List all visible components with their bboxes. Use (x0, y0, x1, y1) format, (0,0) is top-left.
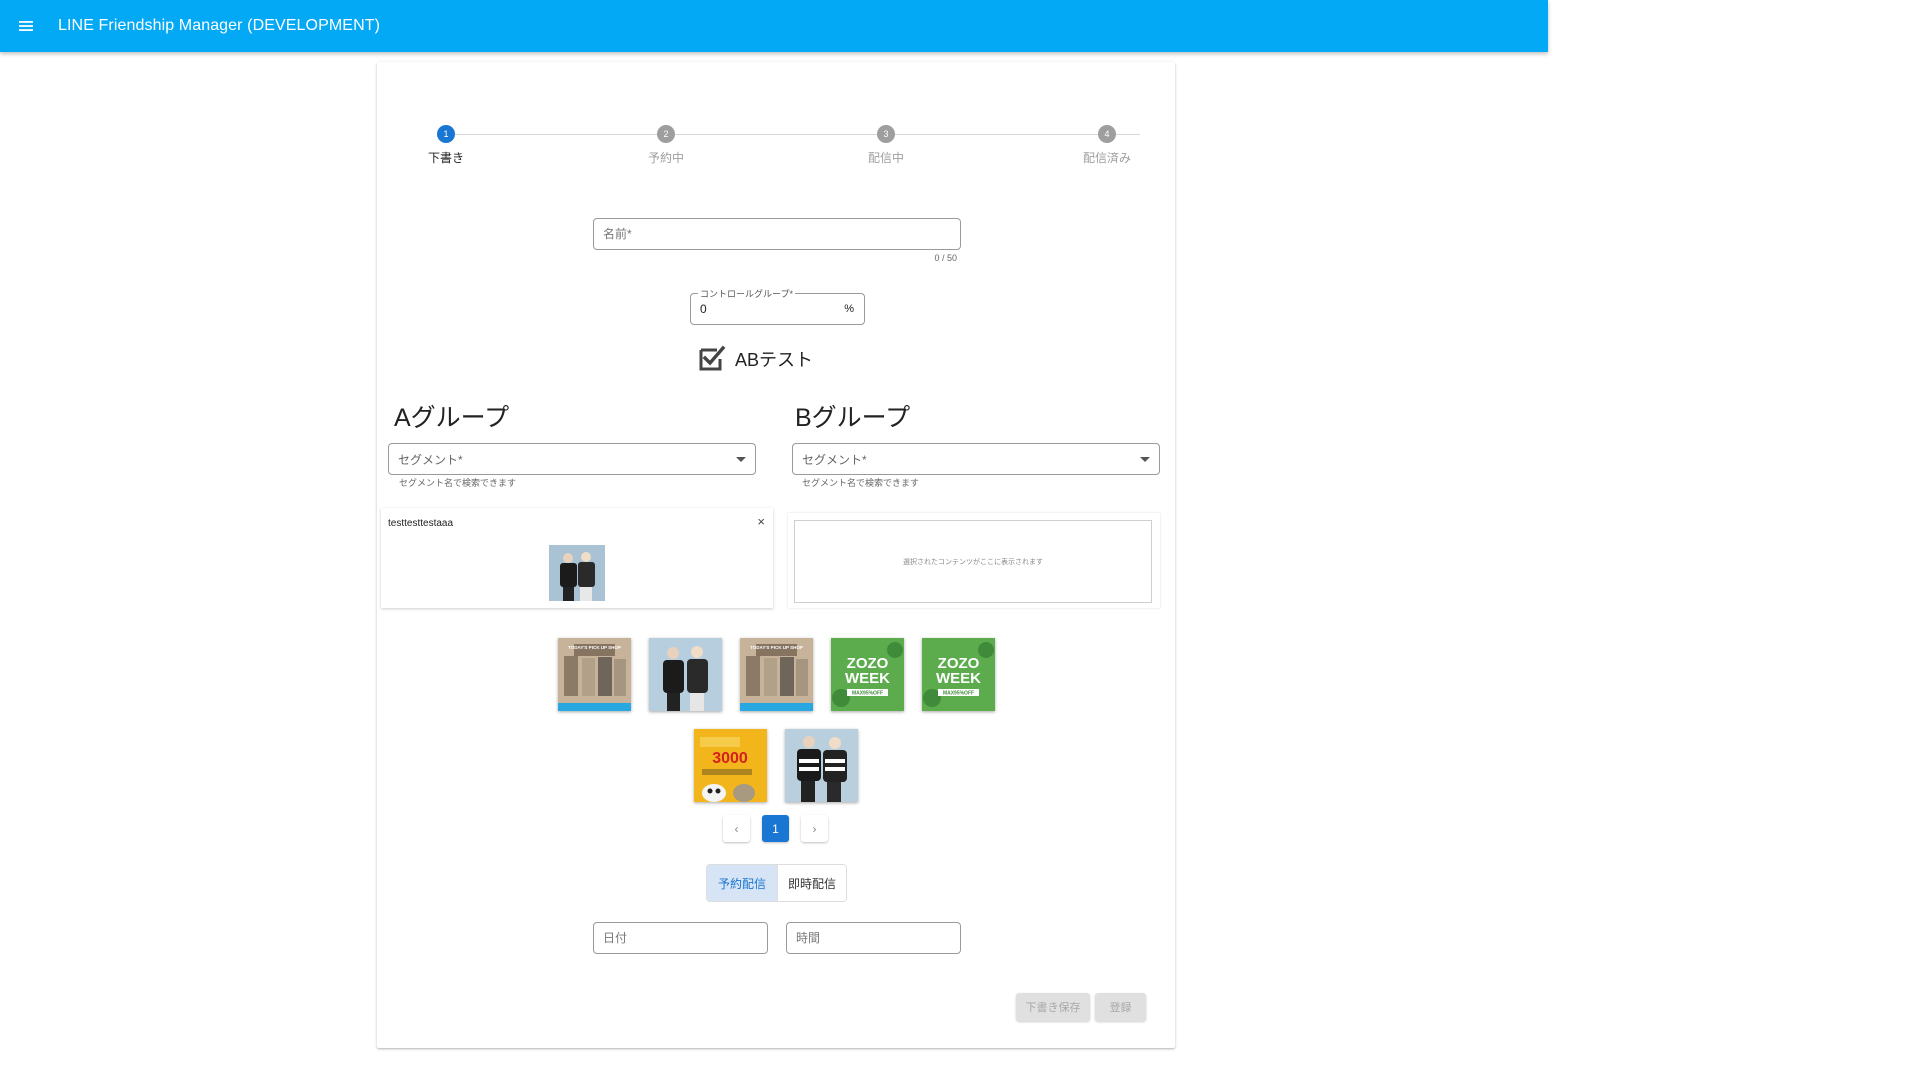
ab-test-checkbox[interactable]: ABテスト (697, 344, 813, 374)
content-thumbnail[interactable]: TODAY'S PICK UP SHOP (740, 638, 813, 711)
content-thumbnail[interactable]: TODAY'S PICK UP SHOP (558, 638, 631, 711)
save-draft-button[interactable]: 下書き保存 (1016, 993, 1090, 1021)
step-number: 4 (1098, 125, 1116, 143)
step-number: 3 (877, 125, 895, 143)
content-title: testtesttestaaa (388, 518, 454, 529)
content-thumbnail[interactable]: 3000 (694, 729, 767, 802)
time-field[interactable] (786, 922, 961, 954)
hamburger-icon (19, 21, 33, 31)
group-a-title: Aグループ (394, 404, 510, 432)
stepper-line (446, 134, 1140, 135)
name-counter: 0 / 50 (934, 253, 957, 263)
menu-button[interactable] (0, 0, 52, 52)
step-label: 配信済み (1082, 151, 1131, 165)
svg-text:TODAY'S PICK UP SHOP: TODAY'S PICK UP SHOP (750, 645, 803, 650)
dropdown-arrow-icon (736, 456, 746, 462)
svg-text:MAX95%OFF: MAX95%OFF (852, 691, 883, 697)
content-thumbnail[interactable] (649, 638, 722, 711)
percent-unit: % (844, 303, 854, 315)
content-thumbnail[interactable]: ZOZO WEEK MAX95%OFF (922, 638, 995, 711)
date-field[interactable] (593, 922, 768, 954)
step-reserved: 2 予約中 (606, 125, 726, 166)
content-thumbnail[interactable] (785, 729, 858, 802)
dropdown-arrow-icon (1140, 456, 1150, 462)
segment-placeholder: セグメント* (802, 452, 867, 467)
group-a-segment-select[interactable]: セグメント* (388, 443, 756, 475)
name-input[interactable] (594, 219, 960, 249)
svg-text:TODAY'S PICK UP SHOP: TODAY'S PICK UP SHOP (568, 645, 621, 650)
selected-content-image (549, 545, 605, 601)
group-a-segment-helper: セグメント名で検索できます (399, 478, 517, 488)
campaign-form-card: 1 下書き 2 予約中 3 配信中 4 配信済み 0 / 50 コントロールグル… (377, 62, 1175, 1048)
content-thumbnail[interactable]: ZOZO WEEK MAX95%OFF (831, 638, 904, 711)
pagination-prev-button[interactable]: ‹ (723, 815, 750, 842)
time-input[interactable] (787, 923, 960, 953)
immediate-delivery-option[interactable]: 即時配信 (777, 865, 846, 901)
step-delivered: 4 配信済み (1047, 125, 1167, 166)
segment-placeholder: セグメント* (398, 452, 463, 467)
close-icon[interactable]: × (757, 514, 765, 529)
svg-text:WEEK: WEEK (845, 670, 890, 687)
svg-text:WEEK: WEEK (936, 670, 981, 687)
checkbox-checked-icon (699, 345, 726, 371)
svg-text:MAX95%OFF: MAX95%OFF (943, 691, 974, 697)
app-bar: LINE Friendship Manager (DEVELOPMENT) (0, 0, 1548, 52)
step-label: 予約中 (647, 151, 684, 165)
group-b-content-panel: 選択されたコンテンツがここに表示されます (788, 513, 1160, 608)
svg-text:3000: 3000 (712, 750, 748, 767)
name-field[interactable] (593, 218, 961, 250)
delivery-type-toggle: 予約配信 即時配信 (706, 864, 847, 902)
group-b-title: Bグループ (795, 404, 911, 432)
control-group-field[interactable]: コントロールグループ* % (690, 287, 865, 325)
control-group-label: コントロールグループ* (698, 287, 795, 300)
group-b-segment-helper: セグメント名で検索できます (802, 478, 920, 488)
step-delivering: 3 配信中 (826, 125, 946, 166)
app-title: LINE Friendship Manager (DEVELOPMENT) (58, 17, 381, 34)
group-b-empty-placeholder: 選択されたコンテンツがここに表示されます (794, 520, 1152, 603)
step-number: 2 (657, 125, 675, 143)
step-label: 下書き (427, 151, 464, 165)
pagination-page-button[interactable]: 1 (762, 815, 789, 842)
register-button[interactable]: 登録 (1095, 993, 1146, 1021)
step-draft: 1 下書き (386, 125, 506, 166)
ab-test-label: ABテスト (735, 350, 814, 370)
pagination-next-button[interactable]: › (801, 815, 828, 842)
step-label: 配信中 (867, 151, 904, 165)
step-number: 1 (437, 125, 455, 143)
scheduled-delivery-option[interactable]: 予約配信 (707, 865, 777, 901)
group-a-content-panel: testtesttestaaa × (381, 508, 773, 608)
date-input[interactable] (594, 923, 767, 953)
group-b-segment-select[interactable]: セグメント* (792, 443, 1160, 475)
